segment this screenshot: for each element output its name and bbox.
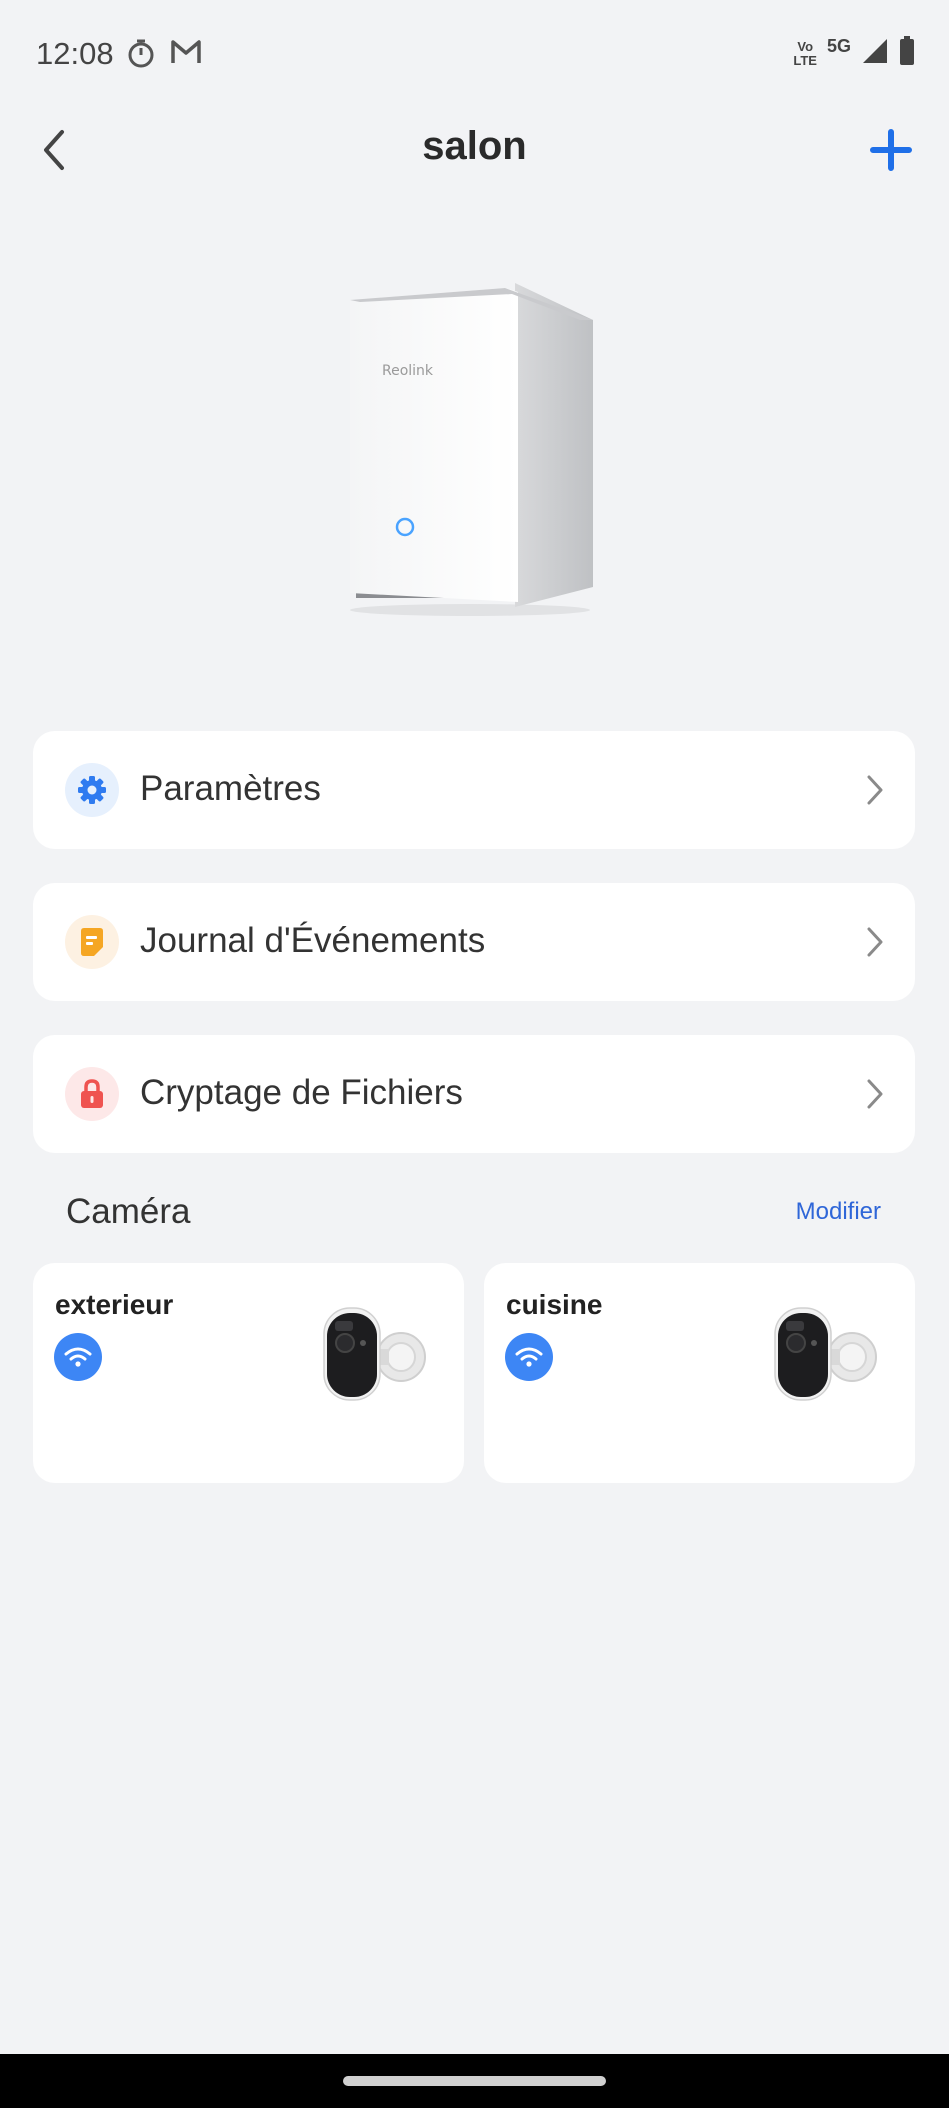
timer-icon [126, 38, 156, 73]
camera-thumbnail [323, 1305, 431, 1405]
chevron-right-icon [867, 775, 883, 805]
note-icon [65, 915, 119, 969]
volte-top: Vo [797, 38, 814, 54]
battery-icon [899, 36, 915, 71]
wifi-icon [54, 1333, 102, 1381]
status-left-icons [126, 38, 202, 73]
menu-label-journal: Journal d'Événements [140, 921, 486, 960]
lock-icon [65, 1067, 119, 1121]
menu-item-journal[interactable]: Journal d'Événements [33, 883, 915, 1001]
gmail-icon [170, 38, 202, 73]
modify-link[interactable]: Modifier [796, 1198, 881, 1226]
status-right-icons: Vo LTE 5G [793, 36, 915, 71]
gear-icon [65, 763, 119, 817]
device-image: Reolink [330, 280, 610, 620]
camera-thumbnail [774, 1305, 882, 1405]
network-type: 5G [826, 36, 851, 56]
status-bar: 12:08 Vo LTE 5G [0, 0, 949, 110]
device-brand: Reolink [382, 363, 434, 379]
camera-name: cuisine [506, 1289, 603, 1320]
camera-name: exterieur [55, 1289, 174, 1320]
signal-icon [861, 37, 889, 70]
chevron-right-icon [867, 927, 883, 957]
camera-card-exterieur[interactable]: exterieur [33, 1263, 464, 1483]
wifi-icon [505, 1333, 553, 1381]
status-time: 12:08 [36, 36, 114, 71]
system-nav-bar [0, 2054, 949, 2108]
page-title: salon [422, 124, 527, 168]
header: salon [0, 110, 949, 190]
menu-label-parametres: Paramètres [140, 769, 321, 808]
plus-icon [870, 129, 912, 171]
chevron-right-icon [867, 1079, 883, 1109]
menu-label-cryptage: Cryptage de Fichiers [140, 1073, 463, 1112]
camera-card-cuisine[interactable]: cuisine [484, 1263, 915, 1483]
volte-icon: Vo LTE [793, 38, 817, 68]
add-button[interactable] [867, 126, 915, 174]
home-gesture-handle[interactable] [343, 2076, 606, 2086]
camera-section-title: Caméra [66, 1192, 191, 1231]
menu-item-parametres[interactable]: Paramètres [33, 731, 915, 849]
menu-item-cryptage[interactable]: Cryptage de Fichiers [33, 1035, 915, 1153]
volte-bottom: LTE [793, 52, 817, 68]
